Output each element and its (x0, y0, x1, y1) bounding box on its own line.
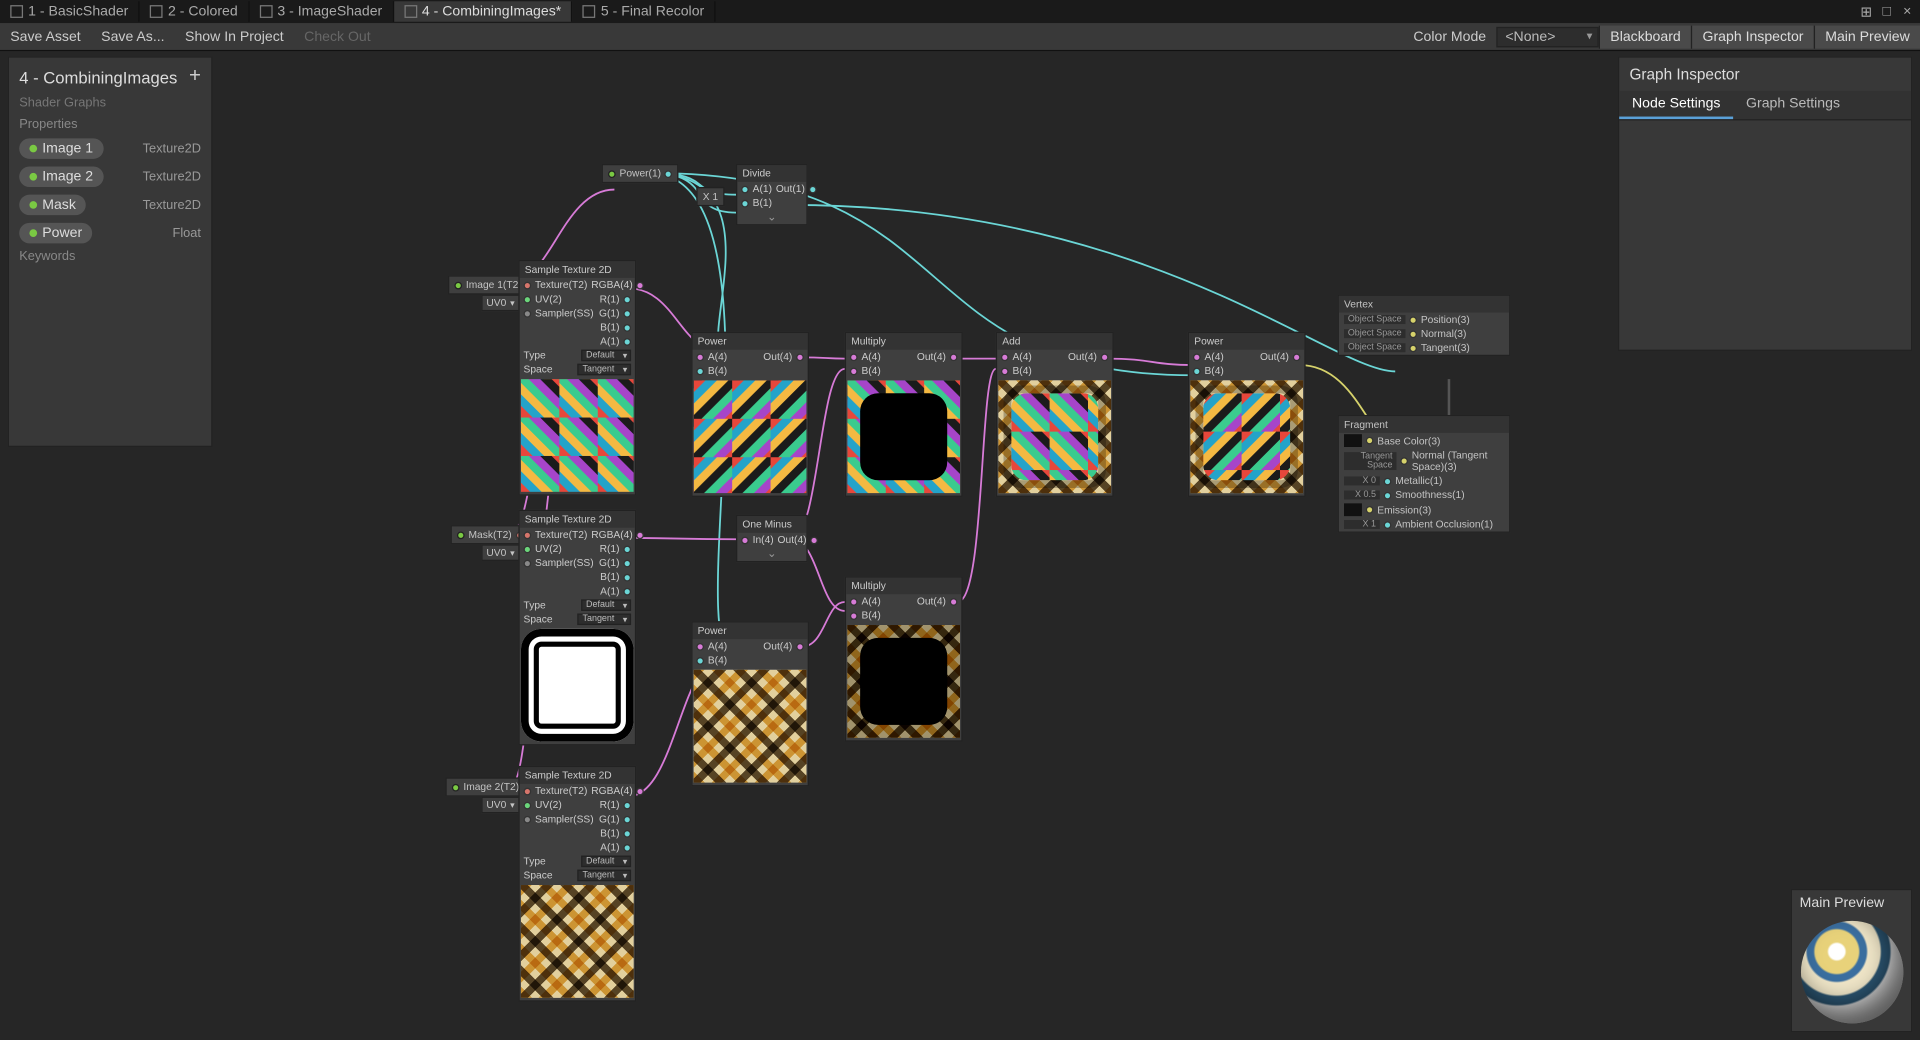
node-title: Sample Texture 2D (520, 511, 635, 528)
add-property-button[interactable]: + (189, 65, 201, 88)
node-divide[interactable]: Divide A(1)Out(1) B(1) ⌄ (736, 164, 808, 225)
blackboard-panel[interactable]: 4 - CombiningImages + Shader Graphs Prope… (8, 56, 213, 447)
node-preview (521, 885, 634, 998)
node-preview (998, 380, 1111, 493)
node-preview (694, 380, 807, 493)
node-sample-image1[interactable]: Sample Texture 2D Texture(T2)RGBA(4) UV(… (518, 260, 636, 496)
chip-divide-x: X 1 (696, 187, 724, 206)
toolbar: Save Asset Save As... Show In Project Ch… (0, 23, 1920, 51)
blackboard-subtitle: Shader Graphs (9, 96, 211, 115)
type-select[interactable]: Default (581, 856, 631, 868)
chip-uv0-2[interactable]: UV0▾ (481, 544, 519, 561)
master-vertex[interactable]: Vertex Object SpacePosition(3) Object Sp… (1338, 295, 1511, 356)
node-title: Divide (737, 165, 806, 182)
property-power[interactable]: PowerFloat (9, 219, 211, 247)
node-title: Power (1189, 333, 1304, 350)
blackboard-toggle[interactable]: Blackboard (1599, 25, 1691, 48)
type-select[interactable]: Default (581, 599, 631, 611)
file-tabs: 1 - BasicShader 2 - Colored 3 - ImageSha… (0, 0, 1920, 23)
save-asset-button[interactable]: Save Asset (0, 25, 91, 48)
color-mode-select[interactable]: <None> (1496, 26, 1598, 46)
node-title: Add (997, 333, 1112, 350)
node-preview (847, 380, 960, 493)
save-as-button[interactable]: Save As... (91, 25, 175, 48)
graph-icon (404, 5, 417, 18)
node-sample-mask[interactable]: Sample Texture 2D Texture(T2)RGBA(4) UV(… (518, 510, 636, 746)
space-select[interactable]: Tangent (577, 613, 631, 625)
color-swatch[interactable] (1344, 503, 1362, 516)
graph-icon (259, 5, 272, 18)
node-preview (521, 629, 634, 742)
node-preview (521, 379, 634, 492)
dock-icon[interactable]: ⊞ (1859, 3, 1874, 20)
tab-colored[interactable]: 2 - Colored (140, 1, 249, 21)
node-title: Multiply (846, 333, 961, 350)
node-title: One Minus (737, 516, 806, 533)
close-icon[interactable]: × (1900, 3, 1915, 20)
node-multiply-2[interactable]: Multiply A(4)Out(4) B(4) (845, 576, 963, 741)
property-mask[interactable]: MaskTexture2D (9, 191, 211, 219)
tab-graph-settings[interactable]: Graph Settings (1733, 91, 1853, 119)
keywords-section: Keywords (9, 247, 211, 266)
node-one-minus[interactable]: One Minus In(4)Out(4) ⌄ (736, 515, 808, 562)
tab-node-settings[interactable]: Node Settings (1619, 91, 1733, 119)
space-select[interactable]: Tangent (577, 364, 631, 376)
properties-section: Properties (9, 115, 211, 134)
node-title: Sample Texture 2D (520, 767, 635, 784)
node-add[interactable]: Add A(4)Out(4) B(4) (996, 332, 1114, 497)
master-fragment[interactable]: Fragment Base Color(3) Tangent SpaceNorm… (1338, 415, 1511, 533)
chip-uv0-3[interactable]: UV0▾ (481, 797, 519, 814)
node-power-image1[interactable]: Power A(4)Out(4) B(4) (691, 332, 809, 497)
node-preview (694, 670, 807, 783)
tab-basicshader[interactable]: 1 - BasicShader (0, 1, 140, 21)
node-sample-image2[interactable]: Sample Texture 2D Texture(T2)RGBA(4) UV(… (518, 766, 636, 1002)
graph-icon (583, 5, 596, 18)
node-title: Sample Texture 2D (520, 261, 635, 278)
color-mode-label: Color Mode (1403, 25, 1496, 48)
show-in-project-button[interactable]: Show In Project (175, 25, 294, 48)
tab-finalrecolor[interactable]: 5 - Final Recolor (573, 1, 716, 21)
node-title: Power (692, 333, 807, 350)
tab-imageshader[interactable]: 3 - ImageShader (249, 1, 394, 21)
blackboard-title: 4 - CombiningImages (19, 67, 177, 86)
chip-power[interactable]: Power(1) (602, 164, 679, 183)
graph-inspector-toggle[interactable]: Graph Inspector (1691, 25, 1814, 48)
graph-icon (10, 5, 23, 18)
node-preview (847, 625, 960, 738)
inspector-title: Graph Inspector (1619, 58, 1911, 91)
main-preview-panel[interactable]: Main Preview (1791, 889, 1913, 1032)
chevron-down-icon[interactable]: ⌄ (737, 210, 806, 224)
main-preview-title: Main Preview (1792, 890, 1911, 916)
node-preview (1190, 380, 1303, 493)
node-title: Fragment (1339, 416, 1509, 433)
graph-inspector-panel[interactable]: Graph Inspector Node Settings Graph Sett… (1618, 56, 1912, 351)
node-power-image2[interactable]: Power A(4)Out(4) B(4) (691, 621, 809, 786)
node-title: Vertex (1339, 296, 1509, 313)
tab-combiningimages[interactable]: 4 - CombiningImages* (394, 1, 573, 21)
space-select[interactable]: Tangent (577, 870, 631, 882)
chip-uv0-1[interactable]: UV0▾ (481, 295, 519, 312)
node-title: Power (692, 622, 807, 639)
type-select[interactable]: Default (581, 350, 631, 362)
check-out-button: Check Out (294, 25, 381, 48)
preview-sphere[interactable] (1800, 921, 1902, 1023)
chevron-down-icon[interactable]: ⌄ (737, 547, 806, 561)
color-swatch[interactable] (1344, 434, 1362, 447)
property-image2[interactable]: Image 2Texture2D (9, 163, 211, 191)
graph-canvas[interactable]: 4 - CombiningImages + Shader Graphs Prope… (0, 51, 1920, 1040)
node-power-final[interactable]: Power A(4)Out(4) B(4) (1188, 332, 1306, 497)
graph-icon (150, 5, 163, 18)
node-title: Multiply (846, 578, 961, 595)
main-preview-toggle[interactable]: Main Preview (1814, 25, 1920, 48)
maximize-icon[interactable]: □ (1879, 3, 1894, 20)
node-multiply-1[interactable]: Multiply A(4)Out(4) B(4) (845, 332, 963, 497)
property-image1[interactable]: Image 1Texture2D (9, 134, 211, 162)
master-connector (1448, 379, 1451, 415)
